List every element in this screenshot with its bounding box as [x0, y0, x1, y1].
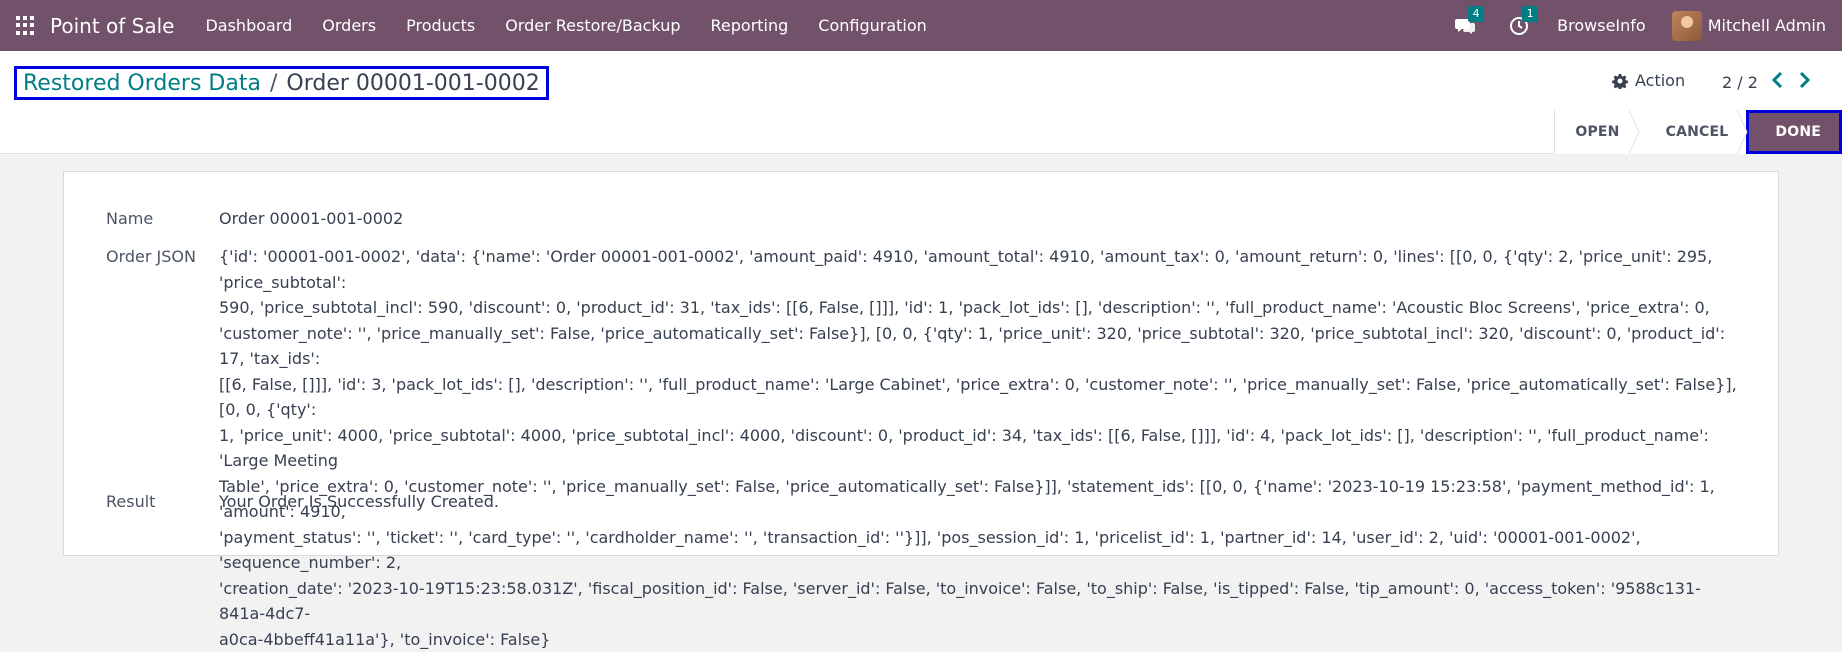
action-menu-button[interactable]: Action [1612, 71, 1685, 90]
status-done-label: DONE [1775, 124, 1821, 140]
activities-button[interactable]: 1 [1507, 14, 1531, 38]
apps-grid-icon[interactable] [16, 16, 36, 36]
control-panel: Restored Orders Data / Order 00001-001-0… [0, 51, 1842, 154]
status-cancel-label: CANCEL [1666, 124, 1729, 140]
activities-count-badge: 1 [1522, 6, 1538, 22]
name-value[interactable]: Order 00001-001-0002 [219, 206, 403, 232]
pager-value[interactable]: 2 / 2 [1722, 73, 1758, 92]
chevron-right-icon[interactable] [1797, 70, 1811, 90]
json-line: 'creation_date': '2023-10-19T15:23:58.03… [219, 576, 1746, 627]
menu-dashboard[interactable]: Dashboard [190, 16, 307, 35]
result-label: Result [106, 489, 219, 515]
status-arrow [1629, 110, 1647, 154]
status-arrow [1737, 110, 1755, 154]
top-navbar: Point of Sale Dashboard Orders Products … [0, 0, 1842, 51]
breadcrumb-parent-link[interactable]: Restored Orders Data [23, 71, 261, 96]
breadcrumb-separator: / [270, 71, 277, 96]
menu-reporting[interactable]: Reporting [696, 16, 804, 35]
order-json-value[interactable]: {'id': '00001-001-0002', 'data': {'name'… [219, 244, 1746, 652]
json-line: [[6, False, []]], 'id': 3, 'pack_lot_ids… [219, 372, 1746, 423]
user-menu[interactable]: Mitchell Admin [1672, 11, 1826, 41]
action-label: Action [1635, 71, 1685, 90]
json-line: a0ca-4bbeff41a11a'}, 'to_invoice': False… [219, 627, 1746, 652]
systray: 4 1 BrowseInfo Mitchell Admin [1441, 0, 1842, 51]
avatar [1672, 11, 1702, 41]
result-field-row: Result Your Order Is Successfully Create… [106, 489, 1746, 515]
app-name[interactable]: Point of Sale [50, 14, 174, 38]
status-done-button[interactable]: DONE [1746, 110, 1842, 154]
company-switcher[interactable]: BrowseInfo [1557, 16, 1646, 35]
chevron-left-icon[interactable] [1771, 70, 1785, 90]
menu-products[interactable]: Products [391, 16, 490, 35]
status-cancel-button[interactable]: CANCEL [1638, 110, 1747, 154]
json-line: {'id': '00001-001-0002', 'data': {'name'… [219, 244, 1746, 295]
user-name: Mitchell Admin [1708, 16, 1826, 35]
result-value[interactable]: Your Order Is Successfully Created. [219, 489, 499, 515]
menu-configuration[interactable]: Configuration [803, 16, 942, 35]
name-field-row: Name Order 00001-001-0002 [106, 206, 1746, 232]
json-line: 1, 'price_unit': 4000, 'price_subtotal':… [219, 423, 1746, 474]
json-line: 'customer_note': '', 'price_manually_set… [219, 321, 1746, 372]
status-bar: OPEN CANCEL DONE [1554, 110, 1842, 154]
menu-orders[interactable]: Orders [307, 16, 391, 35]
status-open-button[interactable]: OPEN [1554, 110, 1637, 154]
form-sheet: Name Order 00001-001-0002 Order JSON {'i… [63, 171, 1779, 556]
gear-icon [1612, 73, 1628, 89]
menu-order-restore-backup[interactable]: Order Restore/Backup [490, 16, 695, 35]
json-line: 'payment_status': '', 'ticket': '', 'car… [219, 525, 1746, 576]
status-open-label: OPEN [1575, 124, 1619, 140]
breadcrumb-current: Order 00001-001-0002 [286, 71, 539, 96]
breadcrumb: Restored Orders Data / Order 00001-001-0… [14, 66, 549, 100]
messages-button[interactable]: 4 [1453, 14, 1477, 38]
json-line: 590, 'price_subtotal_incl': 590, 'discou… [219, 295, 1746, 321]
order-json-field-row: Order JSON {'id': '00001-001-0002', 'dat… [106, 244, 1746, 652]
name-label: Name [106, 206, 219, 232]
messages-count-badge: 4 [1468, 6, 1484, 22]
order-json-label: Order JSON [106, 244, 219, 652]
